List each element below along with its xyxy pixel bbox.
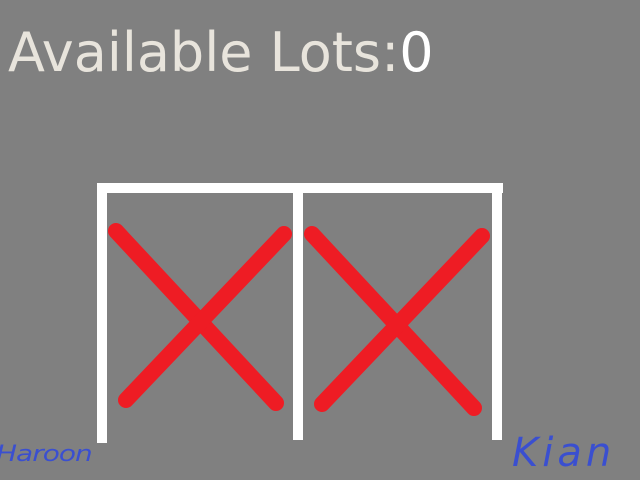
signature-right: Kian (512, 430, 616, 476)
parking-lot-screen: Available Lots:0 Haroon Kian (0, 0, 640, 480)
parking-lots-diagram (97, 183, 503, 443)
lot-lines (97, 183, 503, 443)
signature-left: Haroon (0, 440, 93, 467)
lot-2[interactable] (304, 226, 490, 416)
lot-1[interactable] (108, 223, 292, 411)
